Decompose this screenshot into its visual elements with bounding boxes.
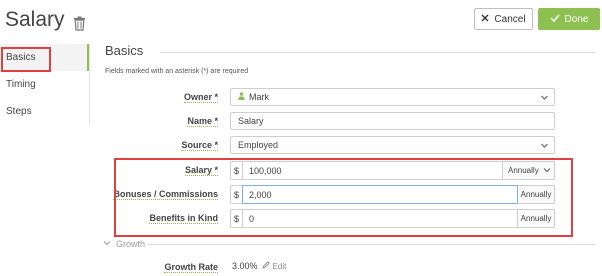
sidebar-item-label: Timing [6,79,36,90]
required-note: Fields marked with an asterisk (*) are r… [105,68,249,75]
growth-rate-label: Growth Rate [164,262,218,273]
cancel-button[interactable]: Cancel [474,8,533,30]
page-title-text: Salary [5,8,65,31]
growth-divider [147,244,596,245]
edit-link[interactable]: Edit [261,261,287,271]
pencil-icon [261,261,270,271]
name-input[interactable]: Salary [230,112,555,130]
sidebar-divider [89,44,90,124]
sidebar-highlight-annotation [1,47,51,72]
owner-value: Mark [249,92,269,102]
user-icon [238,92,245,102]
name-value: Salary [238,116,264,126]
check-icon [550,14,560,25]
source-value: Employed [238,140,279,150]
source-select[interactable]: Employed [230,136,555,154]
growth-toggle-label: Growth [116,239,146,249]
done-button[interactable]: Done [538,8,600,30]
source-label: Source * [181,140,218,151]
sidebar-item-steps[interactable]: Steps [0,98,90,125]
fields-highlight-annotation [114,158,573,237]
chevron-down-icon [540,93,549,104]
done-button-label: Done [564,13,589,25]
sidebar-item-label: Steps [6,106,32,117]
chevron-down-icon [103,239,111,249]
page-title: Salary [5,8,86,32]
growth-rate: 3.00% Edit [232,261,286,271]
cancel-button-label: Cancel [494,13,526,25]
edit-label: Edit [272,261,287,271]
trash-icon[interactable] [73,13,86,31]
close-icon [481,14,489,25]
owner-select[interactable]: Mark [230,88,555,106]
growth-rate-value: 3.00% [232,261,258,271]
owner-label: Owner * [183,92,218,103]
growth-section-toggle[interactable]: Growth [103,239,145,249]
section-title: Basics [105,43,144,58]
chevron-down-icon [540,141,549,152]
section-divider [160,52,596,53]
sidebar-item-timing[interactable]: Timing [0,71,90,98]
name-label: Name * [187,116,218,127]
